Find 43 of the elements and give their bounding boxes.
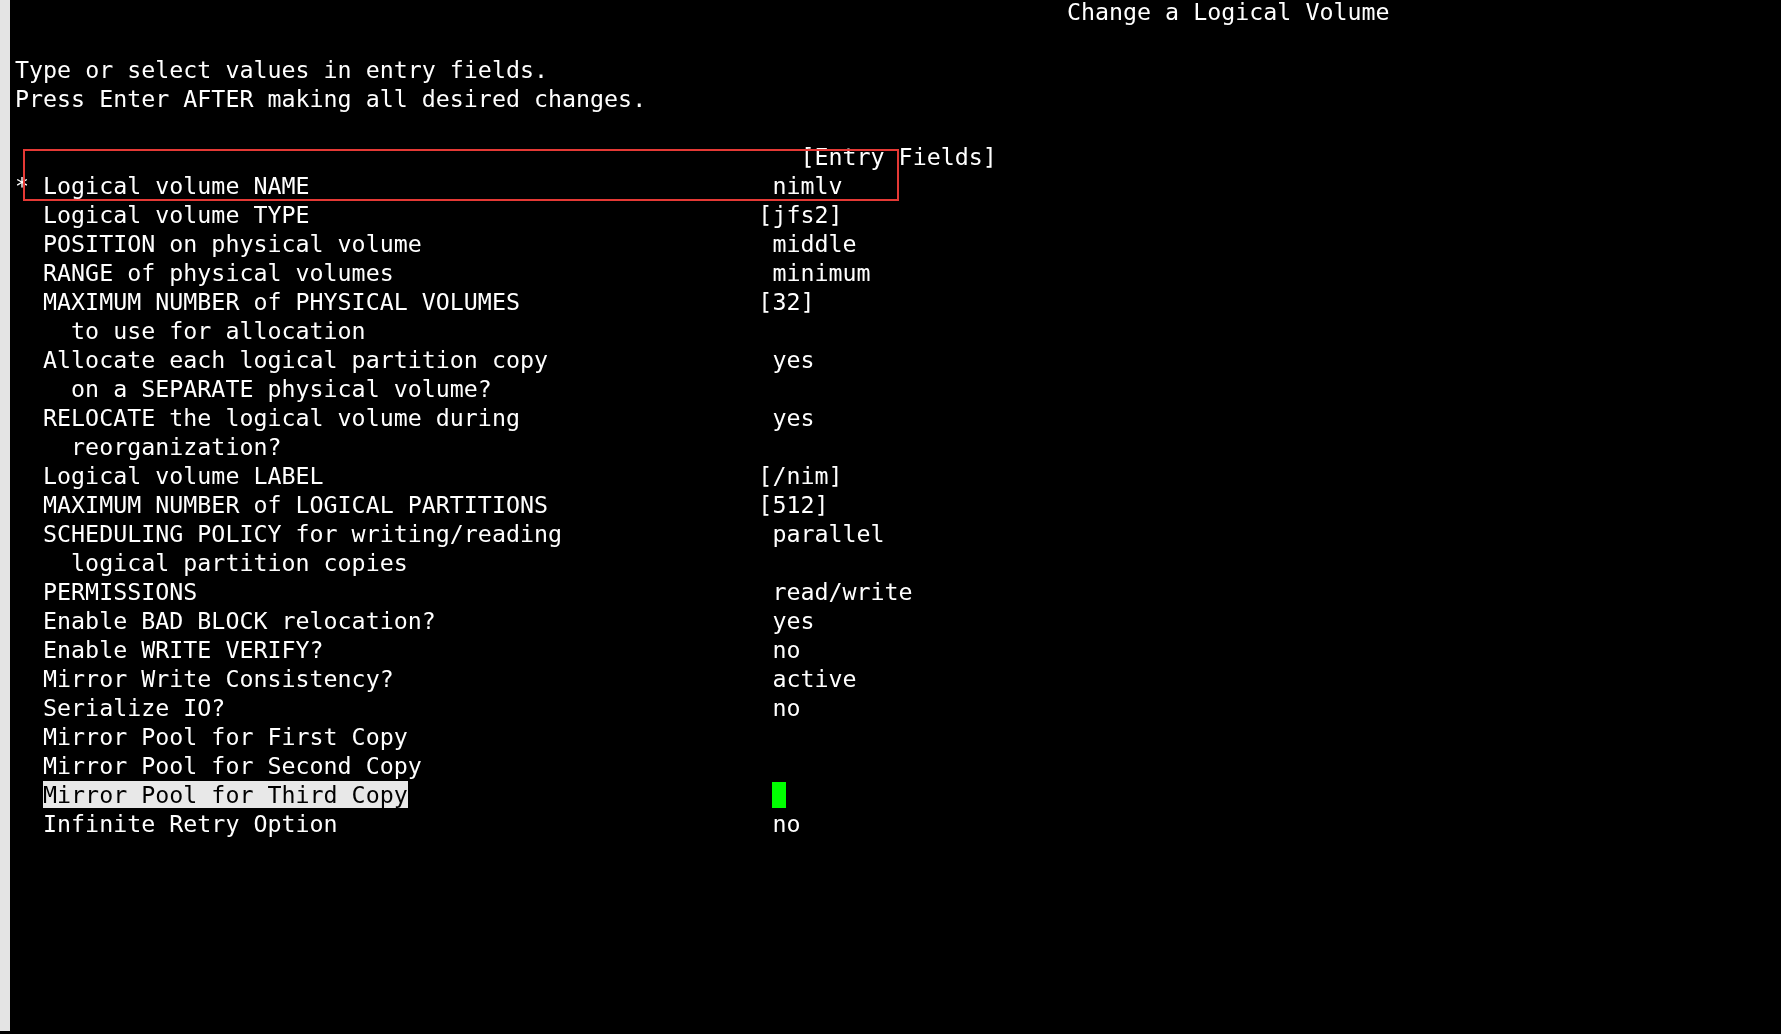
instruction-text: Type or select values in entry fields. [15,56,548,83]
field-label[interactable]: on a SEPARATE physical volume? [71,375,492,402]
field-label[interactable]: Logical volume TYPE [43,201,310,228]
field-value[interactable]: yes [772,606,815,635]
field-label[interactable]: RELOCATE the logical volume during [43,404,520,431]
field-value[interactable]: minimum [772,258,871,287]
field-value[interactable]: [/nim] [758,461,843,490]
instruction-text: Press Enter AFTER making all desired changes. [15,85,647,112]
field-label[interactable]: logical partition copies [71,549,408,576]
field-label[interactable]: Logical volume NAME [43,172,310,199]
field-value[interactable]: active [772,664,857,693]
field-value[interactable]: [512] [758,490,829,519]
field-value[interactable]: middle [772,229,857,258]
field-label[interactable]: POSITION on physical volume [43,230,422,257]
field-label[interactable]: MAXIMUM NUMBER of PHYSICAL VOLUMES [43,288,520,315]
field-value[interactable]: no [772,635,801,664]
field-value[interactable]: yes [772,345,815,374]
field-label[interactable]: SCHEDULING POLICY for writing/reading [43,520,562,547]
field-label[interactable]: Mirror Pool for First Copy [43,723,408,750]
field-label[interactable]: Mirror Pool for Second Copy [43,752,422,779]
field-value[interactable]: yes [772,403,815,432]
field-value[interactable]: no [772,809,801,838]
field-value[interactable]: [jfs2] [758,200,843,229]
field-label[interactable]: Logical volume LABEL [43,462,324,489]
field-value[interactable]: read/write [772,577,913,606]
field-label[interactable]: Mirror Pool for Third Copy [43,781,408,808]
field-value[interactable]: nimlv [772,171,843,200]
field-label[interactable]: PERMISSIONS [43,578,198,605]
field-label[interactable]: MAXIMUM NUMBER of LOGICAL PARTITIONS [43,491,548,518]
field-label[interactable]: Enable WRITE VERIFY? [43,636,324,663]
text-cursor [772,781,787,808]
screen-title: Change a Logical Volume [1066,0,1390,25]
field-value[interactable]: no [772,693,801,722]
field-label[interactable]: Mirror Write Consistency? [43,665,394,692]
field-value[interactable]: parallel [772,519,885,548]
field-value[interactable]: [32] [758,287,815,316]
field-label[interactable]: Allocate each logical partition copy [43,346,548,373]
field-label[interactable]: Enable BAD BLOCK relocation? [43,607,436,634]
field-label[interactable]: Infinite Retry Option [43,810,338,837]
field-label[interactable]: to use for allocation [71,317,366,344]
field-label[interactable]: Serialize IO? [43,694,226,721]
field-label[interactable]: reorganization? [71,433,282,460]
field-label[interactable]: RANGE of physical volumes [43,259,394,286]
